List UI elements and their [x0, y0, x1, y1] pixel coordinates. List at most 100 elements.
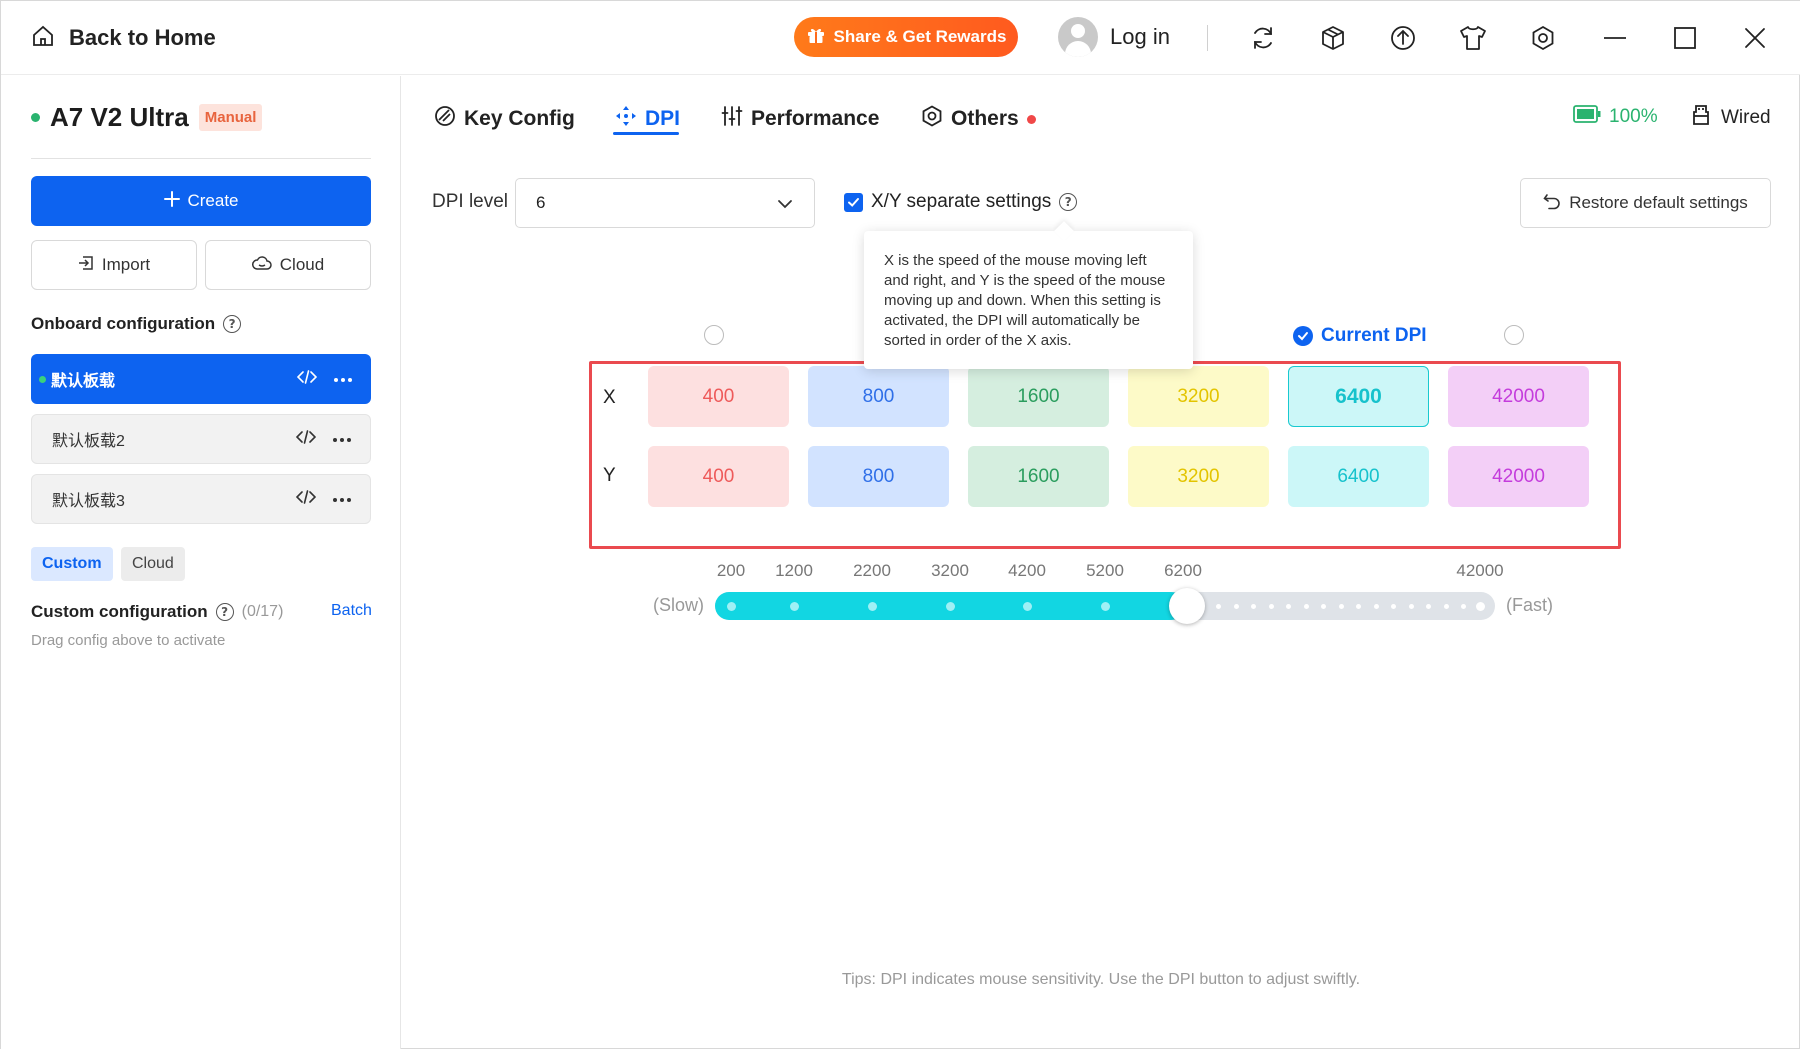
share-rewards-label: Share & Get Rewards	[833, 27, 1007, 46]
help-icon[interactable]: ?	[1059, 193, 1078, 211]
code-icon[interactable]	[295, 489, 317, 510]
slider-tick-6200: 6200	[1164, 561, 1202, 580]
dpi-cell-x-3[interactable]: 1600	[968, 366, 1109, 427]
cloud-button[interactable]: Cloud	[205, 240, 371, 290]
device-header: A7 V2 Ultra Manual	[31, 102, 263, 133]
connection-label: Wired	[1721, 107, 1771, 128]
tab-label: Performance	[751, 107, 880, 130]
dpi-cell-y-5[interactable]: 6400	[1288, 446, 1429, 507]
slider-step-dot	[1391, 604, 1396, 609]
cloud-label: Cloud	[279, 255, 325, 274]
close-icon[interactable]	[1736, 19, 1774, 57]
onboard-config-title: Onboard configuration ?	[31, 314, 242, 334]
device-name: A7 V2 Ultra	[50, 102, 189, 132]
code-icon[interactable]	[296, 369, 318, 390]
dpi-level-select[interactable]: 6	[515, 178, 815, 228]
dpi-slider-handle[interactable]	[1169, 588, 1205, 624]
dpi-move-icon	[615, 105, 637, 133]
maximize-icon[interactable]	[1666, 19, 1704, 57]
dpi-cell-y-2[interactable]: 800	[808, 446, 949, 507]
dpi-cell-x-6[interactable]: 42000	[1448, 366, 1589, 427]
help-icon[interactable]: ?	[215, 603, 234, 621]
back-to-home-button[interactable]: Back to Home	[31, 23, 216, 53]
batch-link[interactable]: Batch	[331, 602, 372, 620]
x-axis-label: X	[603, 387, 616, 408]
tab-performance[interactable]: Performance	[721, 101, 879, 137]
restore-default-button[interactable]: Restore default settings	[1520, 178, 1771, 228]
import-button[interactable]: Import	[31, 240, 197, 290]
titlebar-separator	[1207, 25, 1208, 51]
mode-badge: Manual	[198, 104, 263, 131]
slider-step-dot	[868, 602, 877, 611]
more-icon[interactable]	[332, 430, 352, 448]
import-label: Import	[101, 255, 151, 274]
slider-step-dot	[1426, 604, 1431, 609]
dpi-select-radio-6[interactable]	[1504, 325, 1524, 345]
dpi-cell-y-6[interactable]: 42000	[1448, 446, 1589, 507]
tab-key-config[interactable]: Key Config	[434, 101, 575, 137]
profile-item-default-3[interactable]: 默认板载3	[31, 474, 371, 524]
slider-step-dot	[1408, 604, 1414, 609]
slider-step-dot	[1461, 604, 1466, 609]
chevron-down-icon	[776, 195, 794, 218]
current-dpi-indicator[interactable]: Current DPI	[1293, 325, 1427, 347]
dpi-cell-y-1[interactable]: 400	[648, 446, 789, 507]
slider-step-dot	[1443, 604, 1449, 609]
dpi-select-radio-1[interactable]	[704, 325, 724, 345]
settings-hex-icon[interactable]	[1524, 19, 1562, 57]
profile-name: 默认板载2	[52, 433, 125, 450]
connection-status: Wired	[1689, 103, 1771, 133]
connected-status-dot	[31, 113, 40, 122]
help-icon[interactable]: ?	[223, 315, 242, 333]
dpi-cell-y-3[interactable]: 1600	[968, 446, 1109, 507]
battery-percent: 100%	[1609, 106, 1658, 127]
slider-tick-42000: 42000	[1456, 561, 1504, 580]
y-axis-label: Y	[603, 465, 616, 486]
dpi-cell-x-2[interactable]: 800	[808, 366, 949, 427]
slider-step-dot	[1476, 602, 1485, 611]
cloud-icon	[251, 255, 272, 276]
key-config-icon	[434, 105, 456, 133]
create-button[interactable]: Create	[31, 176, 371, 226]
custom-config-label: Custom configuration	[31, 602, 208, 621]
profile-name: 默认板载	[51, 373, 116, 390]
minimize-icon[interactable]	[1596, 19, 1634, 57]
slider-step-dot	[1268, 604, 1274, 609]
slider-step-dot	[946, 602, 955, 611]
more-icon[interactable]	[332, 490, 352, 508]
profile-item-default[interactable]: 默认板载	[31, 354, 371, 404]
slider-tick-labels: 200 1200 2200 3200 4200 5200 6200 42000	[1, 561, 1800, 583]
dpi-cell-y-4[interactable]: 3200	[1128, 446, 1269, 507]
sync-icon[interactable]	[1244, 19, 1282, 57]
dpi-level-label: DPI level	[432, 191, 509, 212]
sidebar-divider	[31, 158, 371, 159]
profile-item-default-2[interactable]: 默认板载2	[31, 414, 371, 464]
custom-config-title: Custom configuration ? (0/17)	[31, 602, 283, 622]
xy-separate-checkbox[interactable]: X/Y separate settings ?	[844, 191, 1078, 213]
more-icon[interactable]	[333, 370, 353, 388]
upload-icon[interactable]	[1384, 19, 1422, 57]
slider-tick-200: 200	[716, 561, 746, 580]
active-profile-dot	[39, 375, 46, 383]
slider-tick-4200: 4200	[1008, 561, 1046, 580]
code-icon[interactable]	[295, 429, 317, 450]
dpi-cell-x-1[interactable]: 400	[648, 366, 789, 427]
share-rewards-button[interactable]: Share & Get Rewards	[794, 17, 1018, 57]
active-tab-indicator	[613, 132, 679, 135]
battery-icon	[1573, 105, 1601, 129]
tab-others[interactable]: Others	[921, 101, 1036, 137]
cube-icon[interactable]	[1314, 19, 1352, 57]
sliders-icon	[721, 105, 743, 133]
dpi-cell-x-5[interactable]: 6400	[1288, 366, 1429, 427]
slider-step-dot	[1251, 604, 1256, 609]
login-button[interactable]: Log in	[1058, 15, 1170, 59]
slider-step-dot	[1233, 604, 1239, 609]
login-label: Log in	[1110, 24, 1170, 49]
dpi-cell-x-4[interactable]: 3200	[1128, 366, 1269, 427]
xy-tooltip: X is the speed of the mouse moving left …	[864, 231, 1193, 369]
import-icon	[78, 255, 94, 276]
tshirt-skin-icon[interactable]	[1454, 19, 1492, 57]
battery-status: 100%	[1573, 105, 1658, 129]
notification-dot	[1026, 114, 1036, 124]
slider-step-dot	[1321, 604, 1326, 609]
